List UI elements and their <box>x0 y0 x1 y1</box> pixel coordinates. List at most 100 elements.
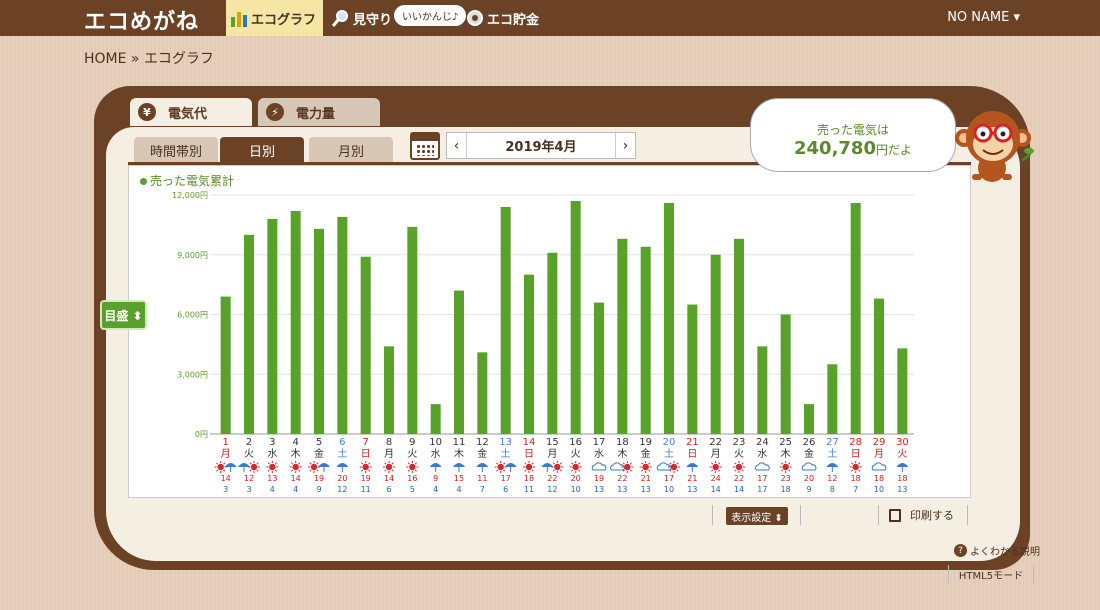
tab-monthly[interactable]: 月別 <box>309 137 393 163</box>
sun-icon <box>292 463 299 471</box>
sun-ray <box>788 462 791 465</box>
tab-power-amount[interactable]: ⚡ 電力量 <box>258 98 380 126</box>
temp-low-label: 4 <box>433 485 438 494</box>
sun-ray <box>368 462 371 465</box>
sun-ray <box>391 462 394 465</box>
x-weekday-label: 月 <box>711 448 721 460</box>
sun-ray <box>298 462 301 465</box>
tab-electricity-cost[interactable]: ¥ 電気代 <box>130 98 252 126</box>
prev-month-button[interactable]: ‹ <box>447 133 467 158</box>
nav-eco-graph-label: エコグラフ <box>251 12 317 28</box>
x-weekday-label: 水 <box>757 448 767 460</box>
x-weekday-label: 水 <box>431 448 441 460</box>
temp-low-label: 18 <box>781 485 791 494</box>
divider <box>712 505 713 525</box>
bar <box>897 348 908 434</box>
print-button[interactable]: 印刷する <box>878 505 968 525</box>
umbrella-icon <box>686 463 699 467</box>
temp-high-label: 17 <box>501 474 511 483</box>
tab-electricity-cost-label: 電気代 <box>168 106 208 122</box>
temp-low-label: 13 <box>617 485 627 494</box>
speech-bubble: 売った電気は 240,780円だよ <box>750 98 956 172</box>
nav-eco-savings[interactable]: エコ貯金 <box>462 0 543 36</box>
bar <box>407 226 418 434</box>
tab-daily[interactable]: 日別 <box>220 137 304 163</box>
sun-ray <box>531 462 534 465</box>
temp-high-label: 18 <box>897 474 907 483</box>
temp-high-label: 15 <box>454 474 464 483</box>
umbrella-icon <box>336 463 349 467</box>
temp-low-label: 4 <box>270 485 275 494</box>
temp-low-label: 10 <box>571 485 581 494</box>
top-bar: エコめがね エコグラフ 見守り いいかんじ♪ エコ貯金 NO NAME ▾ <box>0 0 1100 36</box>
sun-icon <box>250 463 258 471</box>
x-weekday-label: 土 <box>664 447 674 460</box>
html5-mode-button[interactable]: HTML5モード <box>948 565 1034 583</box>
cloud-icon <box>871 462 887 471</box>
help-link[interactable]: ? よくわかる説明 <box>954 543 1040 558</box>
sun-ray <box>496 462 499 465</box>
sun-ray <box>676 462 679 465</box>
bar <box>477 352 488 434</box>
temp-low-label: 10 <box>874 485 884 494</box>
temp-low-label: 7 <box>480 485 485 494</box>
sun-ray <box>249 469 252 472</box>
sun-icon <box>217 463 224 471</box>
temp-low-label: 12 <box>337 485 347 494</box>
sun-ray <box>718 469 721 472</box>
sun-ray <box>629 469 632 472</box>
umbrella-icon <box>429 463 442 467</box>
sun-ray <box>718 462 721 465</box>
sun-ray <box>571 469 574 472</box>
bar <box>640 246 651 434</box>
x-weekday-label: 月 <box>221 448 231 460</box>
sun-icon <box>310 463 318 471</box>
y-tick-label: 3,000円 <box>177 370 208 379</box>
bar <box>850 202 861 434</box>
x-weekday-label: 木 <box>617 448 627 460</box>
magnifier-icon <box>331 9 350 27</box>
x-weekday-label: 木 <box>291 448 301 460</box>
sun-ray <box>578 462 581 465</box>
scale-select-button[interactable]: 目盛 ⬍ <box>100 300 147 330</box>
sun-ray <box>711 469 714 472</box>
x-weekday-label: 火 <box>897 448 907 460</box>
sun-icon <box>409 463 416 471</box>
breadcrumb[interactable]: HOME » エコグラフ <box>84 48 214 68</box>
x-day-label: 29 <box>873 437 886 448</box>
coin-icon <box>466 9 484 27</box>
sun-ray <box>216 462 219 465</box>
x-weekday-label: 月 <box>384 448 394 460</box>
date-navigator: ‹ 2019年4月 › <box>446 132 636 159</box>
x-weekday-label: 金 <box>314 447 324 460</box>
sun-ray <box>741 469 744 472</box>
user-menu[interactable]: NO NAME ▾ <box>947 10 1020 25</box>
sun-ray <box>734 462 737 465</box>
sun-icon <box>525 463 533 471</box>
sun-ray <box>858 462 861 465</box>
nav-eco-graph[interactable]: エコグラフ <box>226 0 323 36</box>
x-day-label: 28 <box>849 437 862 448</box>
sun-icon <box>624 463 631 471</box>
sun-ray <box>559 469 562 472</box>
x-weekday-label: 土 <box>501 447 511 460</box>
tab-hourly[interactable]: 時間帯別 <box>134 137 218 163</box>
next-month-button[interactable]: › <box>615 133 635 158</box>
x-weekday-label: 日 <box>524 449 534 460</box>
bar <box>220 296 231 434</box>
x-weekday-label: 火 <box>571 448 581 460</box>
temp-low-label: 13 <box>594 485 604 494</box>
nav-eco-savings-label: エコ貯金 <box>487 12 540 28</box>
x-weekday-label: 火 <box>734 448 744 460</box>
display-settings-button[interactable]: 表示設定 ⬍ <box>726 507 788 525</box>
sun-icon <box>782 463 789 471</box>
x-day-label: 1 <box>222 437 228 448</box>
nav-mimamori[interactable]: 見守り <box>328 0 396 36</box>
calendar-icon[interactable] <box>410 132 440 160</box>
app-logo[interactable]: エコめがね <box>84 4 199 36</box>
x-day-label: 6 <box>339 437 345 448</box>
temp-low-label: 9 <box>806 485 811 494</box>
sun-ray <box>267 462 270 465</box>
temp-high-label: 16 <box>407 474 417 483</box>
x-day-label: 27 <box>826 437 839 448</box>
